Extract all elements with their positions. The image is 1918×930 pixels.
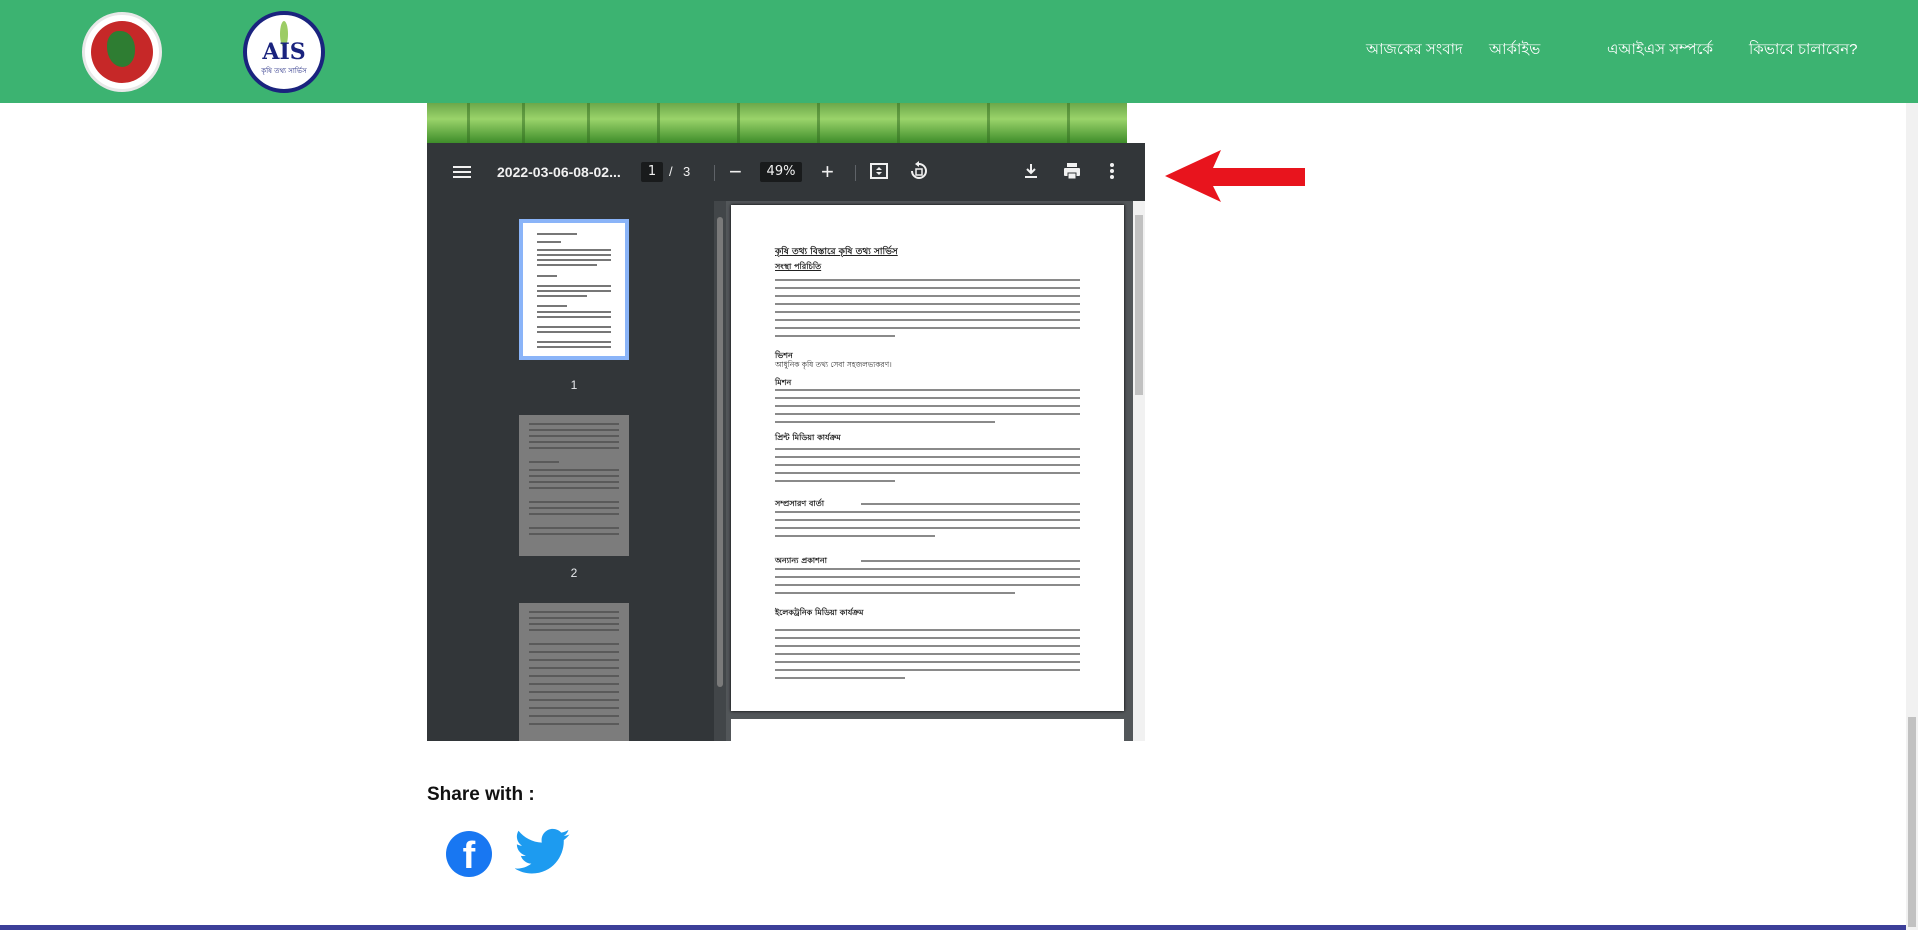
pdf-page-1: কৃষি তথ্য বিস্তারে কৃষি তথ্য সার্ভিস সংস… (731, 205, 1124, 711)
twitter-share-icon[interactable] (515, 828, 571, 876)
page-number-input[interactable]: 1 (641, 162, 663, 182)
pdf-viewer: 2022-03-06-08-02... 1 / 3 − 49% + 1 2 কৃ… (427, 143, 1145, 741)
facebook-share-icon[interactable]: f (446, 831, 492, 877)
thumbnail-page-1[interactable] (519, 219, 629, 360)
zoom-level-input[interactable]: 49% (760, 162, 802, 182)
sidebar-scrollbar[interactable] (714, 201, 726, 741)
thumbnail-page-3[interactable] (519, 603, 629, 741)
thumbnail-label-1: 1 (570, 378, 578, 392)
nav-how-to-use[interactable]: কিভাবে চালাবেন? (1749, 38, 1858, 63)
page-separator: / (669, 164, 673, 179)
doc-heading-print-media: প্রিন্ট মিডিয়া কার্যক্রম (775, 433, 841, 442)
doc-vision-text: আধুনিক কৃষি তথ্য সেবা সহজলভ্যকরণ। (775, 360, 892, 369)
total-pages: 3 (683, 164, 691, 179)
doc-heading-intro: সংস্থা পরিচিতি (775, 262, 822, 271)
thumbnail-label-2: 2 (570, 566, 578, 580)
pdf-page-2 (731, 719, 1124, 741)
fit-to-page-icon[interactable] (868, 160, 890, 182)
doc-title: কৃষি তথ্য বিস্তারে কৃষি তথ্য সার্ভিস (775, 247, 898, 257)
thumbnail-page-2[interactable] (519, 415, 629, 556)
rotate-icon[interactable] (908, 160, 930, 182)
thumbnail-sidebar: 1 2 (427, 201, 714, 741)
doc-heading-other-publications: অন্যান্য প্রকাশনা (775, 556, 827, 565)
sidebar-menu-icon[interactable] (451, 143, 473, 201)
doc-heading-electronic-media: ইলেকট্রনিক মিডিয়া কার্যক্রম (775, 608, 864, 617)
page-scrollbar[interactable] (1133, 201, 1145, 741)
pdf-page-area: কৃষি তথ্য বিস্তারে কৃষি তথ্য সার্ভিস সংস… (726, 201, 1145, 741)
doc-heading-extension-message: সম্প্রসারণ বার্তা (775, 499, 825, 508)
print-icon[interactable] (1061, 160, 1083, 182)
pdf-filename: 2022-03-06-08-02... (497, 164, 621, 180)
facebook-letter: f (462, 835, 476, 877)
zoom-out-button[interactable]: − (729, 143, 742, 201)
share-title: Share with : (427, 784, 535, 805)
download-icon[interactable] (1020, 160, 1042, 182)
nav-about-ais[interactable]: এআইএস সম্পর্কে (1607, 38, 1713, 63)
nav-todays-news[interactable]: আজকের সংবাদ (1366, 38, 1463, 63)
article-banner-image (427, 103, 1127, 143)
zoom-in-button[interactable]: + (821, 143, 834, 201)
ais-logo-subtitle: কৃষি তথ্য সার্ভিস (261, 67, 307, 75)
bottom-edge-bar (0, 925, 1906, 930)
nav-archive[interactable]: আর্কাইভ (1489, 38, 1540, 63)
browser-scrollbar-thumb[interactable] (1908, 717, 1916, 927)
site-header: AIS কৃষি তথ্য সার্ভিস আজকের সংবাদ আর্কাই… (0, 0, 1918, 103)
main-nav: আজকের সংবাদ আর্কাইভ এআইএস সম্পর্কে কিভাব… (0, 38, 1918, 64)
red-arrow-icon (1165, 150, 1305, 202)
browser-scrollbar[interactable] (1906, 103, 1918, 930)
more-options-icon[interactable] (1101, 160, 1123, 182)
pdf-toolbar: 2022-03-06-08-02... 1 / 3 − 49% + (427, 143, 1145, 201)
